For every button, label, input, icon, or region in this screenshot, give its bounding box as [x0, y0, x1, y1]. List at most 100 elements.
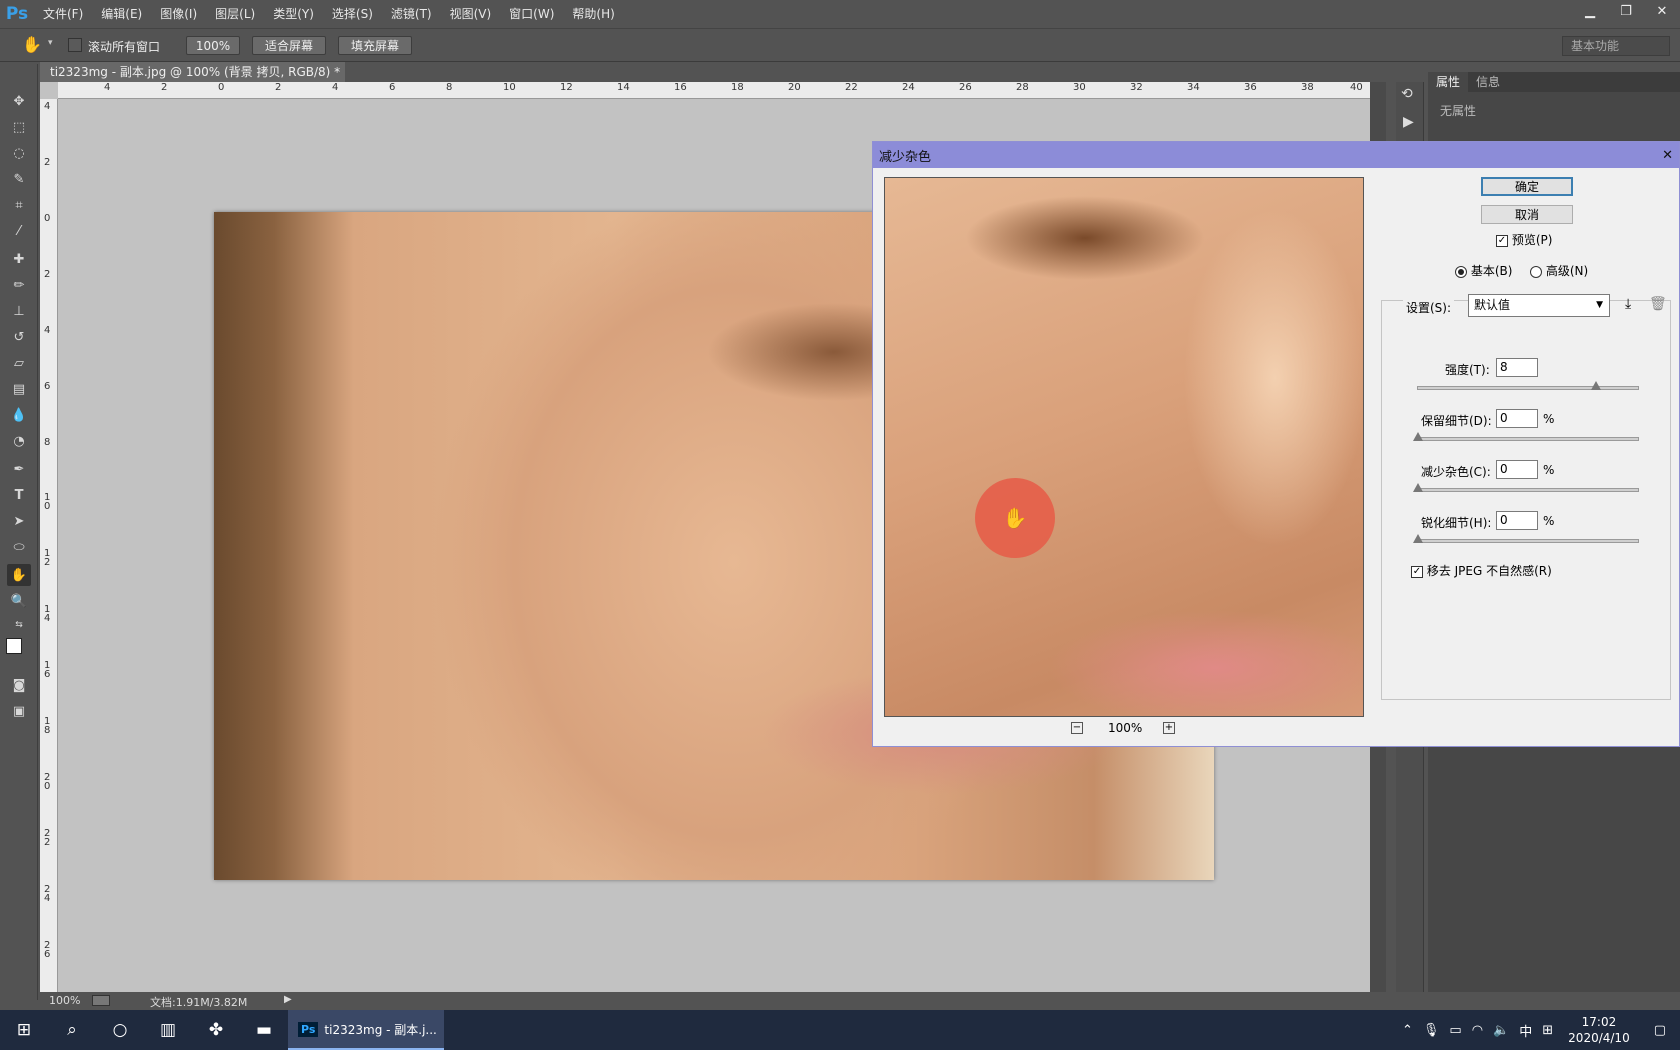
ruler-tick-label: 16	[674, 82, 687, 93]
gradient-tool-icon[interactable]: ▤	[7, 378, 31, 400]
tool-preset-chevron-down-icon[interactable]: ▾	[48, 38, 53, 48]
notification-icon[interactable]: ▢	[1640, 1023, 1680, 1038]
strength-input[interactable]: 8	[1496, 358, 1538, 377]
eraser-tool-icon[interactable]: ▱	[7, 352, 31, 374]
preview-checkbox[interactable]: ✓	[1496, 234, 1508, 247]
minimize-icon[interactable]: ▁	[1572, 0, 1608, 22]
color-noise-input[interactable]: 0	[1496, 460, 1538, 479]
dialog-titlebar[interactable]: 减少杂色 ✕	[873, 142, 1679, 168]
status-info-icon	[92, 995, 110, 1006]
sharpen-input[interactable]: 0	[1496, 511, 1538, 530]
settings-select[interactable]: 默认值 ▼	[1468, 294, 1610, 317]
eyedropper-tool-icon[interactable]: ⁄	[7, 220, 31, 242]
strength-slider-thumb[interactable]	[1590, 381, 1601, 390]
windows-start-icon[interactable]: ⊞	[0, 1010, 48, 1050]
wifi-icon[interactable]: ◠	[1467, 1023, 1488, 1038]
file-explorer-icon[interactable]: ▬	[240, 1010, 288, 1050]
menu-file[interactable]: 文件(F)	[34, 0, 92, 28]
volume-icon[interactable]: 🔈	[1488, 1023, 1514, 1038]
crop-tool-icon[interactable]: ⌗	[7, 194, 31, 216]
preview-option[interactable]: ✓ 预览(P)	[1496, 231, 1552, 248]
zoom-out-icon[interactable]: −	[1071, 722, 1083, 734]
battery-icon[interactable]: ▭	[1444, 1023, 1466, 1038]
workspace-select[interactable]: 基本功能	[1562, 36, 1670, 56]
marquee-tool-icon[interactable]: ⬚	[7, 116, 31, 138]
cancel-button[interactable]: 取消	[1481, 205, 1573, 224]
menu-view[interactable]: 视图(V)	[441, 0, 501, 28]
hand-tool-icon[interactable]: ✋	[22, 35, 42, 54]
ruler-tick-label: 2 4	[44, 884, 51, 904]
tab-properties[interactable]: 属性	[1428, 72, 1469, 92]
detail-slider-thumb[interactable]	[1413, 432, 1423, 441]
search-icon[interactable]: ⌕	[48, 1010, 96, 1050]
pen-tool-icon[interactable]: ✒	[7, 458, 31, 480]
hand-tool-icon[interactable]: ✋	[7, 564, 31, 586]
menu-layer[interactable]: 图层(L)	[206, 0, 264, 28]
healing-brush-tool-icon[interactable]: ✚	[7, 248, 31, 270]
ok-button[interactable]: 确定	[1481, 177, 1573, 196]
move-tool-icon[interactable]: ✥	[7, 90, 31, 112]
swap-colors-icon[interactable]: ⇆	[7, 614, 31, 636]
color-noise-slider-thumb[interactable]	[1413, 483, 1423, 492]
actions-panel-icon[interactable]: ▶	[1403, 114, 1414, 130]
dialog-close-icon[interactable]: ✕	[1662, 148, 1673, 163]
chevron-up-icon[interactable]: ⌃	[1397, 1023, 1418, 1038]
mode-advanced-option[interactable]: 高级(N)	[1530, 262, 1588, 279]
microphone-icon[interactable]: 🎙	[1418, 1023, 1445, 1038]
lasso-tool-icon[interactable]: ◌	[7, 142, 31, 164]
menu-image[interactable]: 图像(I)	[151, 0, 206, 28]
detail-slider[interactable]	[1413, 432, 1639, 441]
jpeg-artifact-checkbox[interactable]: ✓	[1411, 565, 1423, 578]
mode-basic-radio[interactable]	[1455, 265, 1467, 278]
document-tab[interactable]: ti2323mg - 副本.jpg @ 100% (背景 拷贝, RGB/8) …	[40, 62, 345, 99]
status-zoom[interactable]: 100%	[49, 994, 80, 1007]
menu-select[interactable]: 选择(S)	[323, 0, 382, 28]
mode-basic-option[interactable]: 基本(B)	[1455, 262, 1512, 279]
zoom-in-icon[interactable]: +	[1163, 722, 1175, 734]
zoom-100-button[interactable]: 100%	[186, 36, 240, 55]
cortana-icon[interactable]: ○	[96, 1010, 144, 1050]
ellipse-tool-icon[interactable]: ⬭	[7, 536, 31, 558]
mode-advanced-radio[interactable]	[1530, 265, 1542, 278]
foreground-color-swatch[interactable]	[6, 638, 22, 654]
history-brush-tool-icon[interactable]: ↺	[7, 326, 31, 348]
delete-settings-icon[interactable]: 🗑	[1649, 296, 1667, 312]
fit-screen-button[interactable]: 适合屏幕	[252, 36, 326, 55]
color-noise-slider[interactable]	[1413, 483, 1639, 492]
menu-edit[interactable]: 编辑(E)	[92, 0, 151, 28]
clone-stamp-tool-icon[interactable]: ⊥	[7, 300, 31, 322]
ime-indicator[interactable]: 中	[1514, 1021, 1537, 1040]
clock[interactable]: 17:02 2020/4/10	[1558, 1014, 1640, 1046]
jpeg-artifact-option[interactable]: ✓ 移去 JPEG 不自然感(R)	[1411, 562, 1552, 579]
quick-select-tool-icon[interactable]: ✎	[7, 168, 31, 190]
brush-tool-icon[interactable]: ✏	[7, 274, 31, 296]
menu-help[interactable]: 帮助(H)	[563, 0, 623, 28]
screen-mode-icon[interactable]: ▣	[7, 700, 31, 722]
taskbar-photoshop-item[interactable]: Ps ti2323mg - 副本.j...	[288, 1010, 444, 1050]
strength-slider[interactable]	[1417, 381, 1639, 390]
dodge-tool-icon[interactable]: ◔	[7, 430, 31, 452]
status-menu-arrow-icon[interactable]: ▶	[284, 994, 292, 1005]
menu-window[interactable]: 窗口(W)	[500, 0, 563, 28]
fill-screen-button[interactable]: 填充屏幕	[338, 36, 412, 55]
menu-filter[interactable]: 滤镜(T)	[382, 0, 441, 28]
menu-type[interactable]: 类型(Y)	[264, 0, 323, 28]
quick-mask-icon[interactable]: ◙	[7, 674, 31, 696]
save-settings-icon[interactable]: ⤓	[1625, 296, 1631, 312]
close-icon[interactable]: ✕	[1644, 0, 1680, 22]
type-tool-icon[interactable]: T	[7, 484, 31, 506]
blur-tool-icon[interactable]: 💧	[7, 404, 31, 426]
task-view-icon[interactable]: ▥	[144, 1010, 192, 1050]
zoom-tool-icon[interactable]: 🔍	[7, 590, 31, 612]
tab-info[interactable]: 信息	[1468, 72, 1508, 92]
scroll-all-checkbox[interactable]	[68, 38, 82, 52]
path-select-tool-icon[interactable]: ➤	[7, 510, 31, 532]
restore-icon[interactable]: ❐	[1608, 0, 1644, 22]
pinwheel-app-icon[interactable]: ✤	[192, 1010, 240, 1050]
detail-input[interactable]: 0	[1496, 409, 1538, 428]
sharpen-slider-thumb[interactable]	[1413, 534, 1423, 543]
history-panel-icon[interactable]: ⟲	[1401, 86, 1413, 102]
filter-preview[interactable]: ✋	[884, 177, 1364, 717]
sharpen-slider[interactable]	[1413, 534, 1639, 543]
keyboard-grid-icon[interactable]: ⊞	[1537, 1023, 1558, 1038]
